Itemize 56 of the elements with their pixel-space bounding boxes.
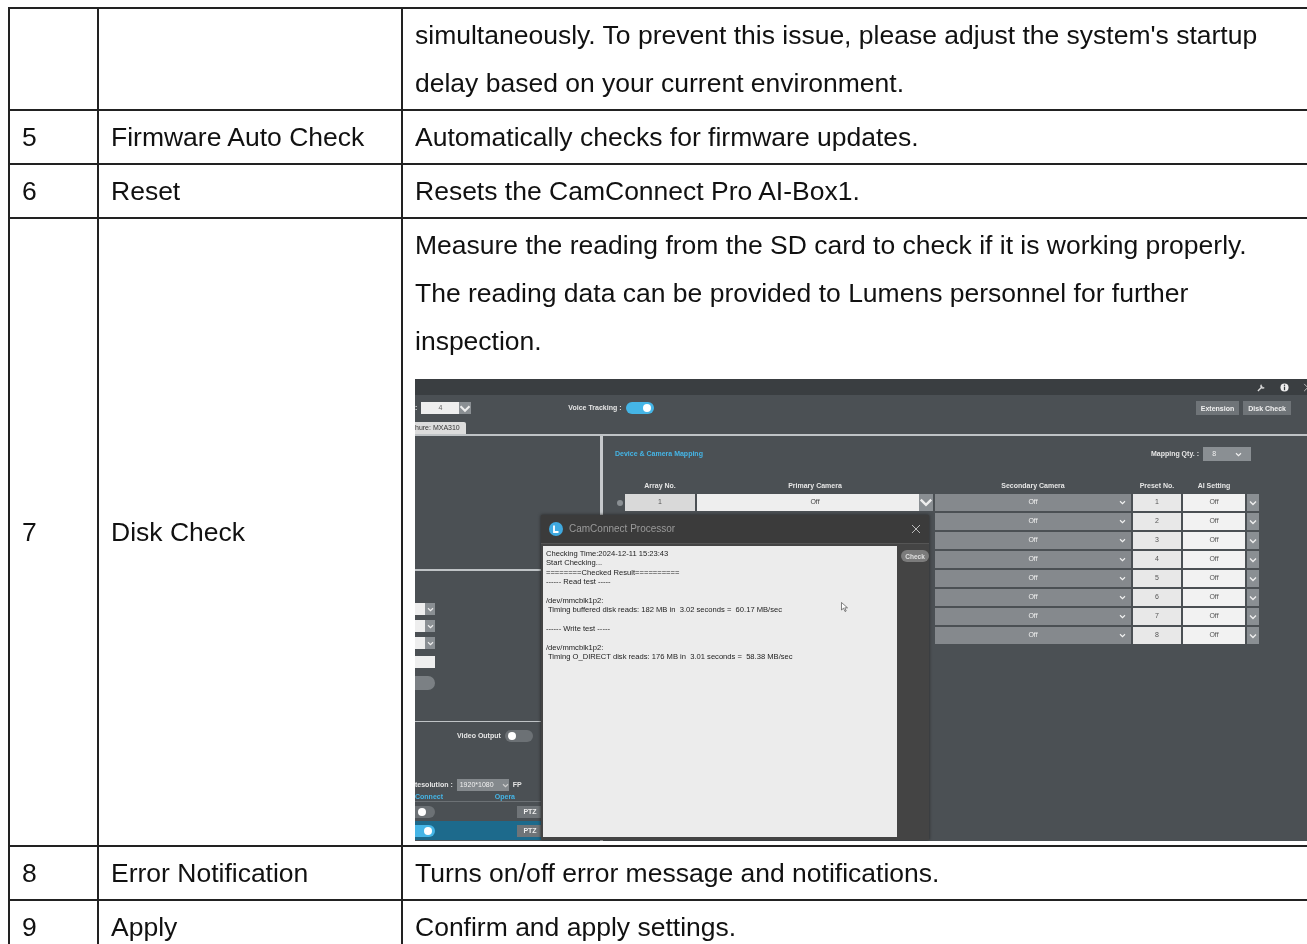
connect-toggle[interactable]	[415, 824, 435, 837]
voice-tracking-toggle[interactable]	[625, 402, 654, 414]
chevron-down-icon	[1234, 451, 1242, 457]
connect-toggle[interactable]	[415, 805, 435, 818]
row-number: 8	[22, 857, 37, 890]
chevron-down-icon	[1249, 537, 1257, 544]
dropdown[interactable]	[415, 637, 435, 649]
description-text: Resets the CamConnect Pro AI-Box1.	[415, 175, 861, 208]
chevron-down-icon	[1249, 556, 1257, 563]
pointer-icon	[841, 602, 848, 612]
item-name: Apply	[111, 911, 178, 944]
logo-icon	[549, 522, 563, 536]
dropdown[interactable]	[415, 620, 435, 632]
item-name: Error Notification	[111, 857, 309, 890]
item-name: Reset	[111, 175, 181, 208]
chevron-down-icon	[1119, 557, 1126, 562]
item-name: Disk Check	[111, 516, 245, 549]
description-text: Measure the reading from the SD card to check if it is working properly. The reading data can be provided to Lumens personnel for further inspection.	[415, 229, 1248, 358]
chevron-down-icon	[1249, 632, 1257, 639]
chevron-down-icon	[1119, 633, 1126, 638]
close-icon[interactable]	[911, 524, 921, 534]
dropdown-button[interactable]	[459, 402, 472, 414]
info-icon[interactable]	[1280, 382, 1289, 392]
chevron-down-icon	[1119, 538, 1126, 543]
chevron-down-icon	[1249, 594, 1257, 601]
chevron-down-icon	[426, 606, 434, 612]
input-field[interactable]	[415, 656, 435, 668]
chevron-down-icon	[426, 623, 434, 629]
wrench-icon[interactable]	[1257, 382, 1266, 392]
description-text: Confirm and apply settings.	[415, 911, 738, 944]
row-number: 9	[22, 911, 37, 944]
chevron-down-icon	[1119, 500, 1126, 505]
chevron-down-icon	[501, 782, 509, 788]
chevron-down-icon	[919, 497, 933, 508]
row-number: 5	[22, 121, 37, 154]
row-number: 6	[22, 175, 37, 208]
close-icon[interactable]	[1303, 382, 1307, 392]
chevron-down-icon	[1249, 613, 1257, 620]
chevron-down-icon	[459, 403, 472, 413]
chevron-down-icon	[1119, 595, 1126, 600]
dialog-title: CamConnect Processor	[569, 523, 677, 535]
video-output-toggle[interactable]	[504, 730, 533, 742]
description-text: simultaneously. To prevent this issue, please adjust the system's startup delay based on your current environment.	[415, 19, 1259, 100]
chevron-down-icon	[1249, 518, 1257, 525]
chevron-down-icon	[1249, 499, 1257, 506]
chevron-down-icon	[1119, 614, 1126, 619]
chevron-down-icon	[426, 640, 434, 646]
chevron-down-icon	[1119, 519, 1126, 524]
dropdown[interactable]	[415, 603, 435, 615]
item-name: Firmware Auto Check	[111, 121, 365, 154]
description-text: Automatically checks for firmware updates.	[415, 121, 920, 154]
chevron-down-icon	[1119, 576, 1126, 581]
chevron-down-icon	[1249, 575, 1257, 582]
description-text: Turns on/off error message and notifications.	[415, 857, 941, 890]
status-dot	[617, 499, 623, 506]
row-number: 7	[22, 516, 37, 549]
